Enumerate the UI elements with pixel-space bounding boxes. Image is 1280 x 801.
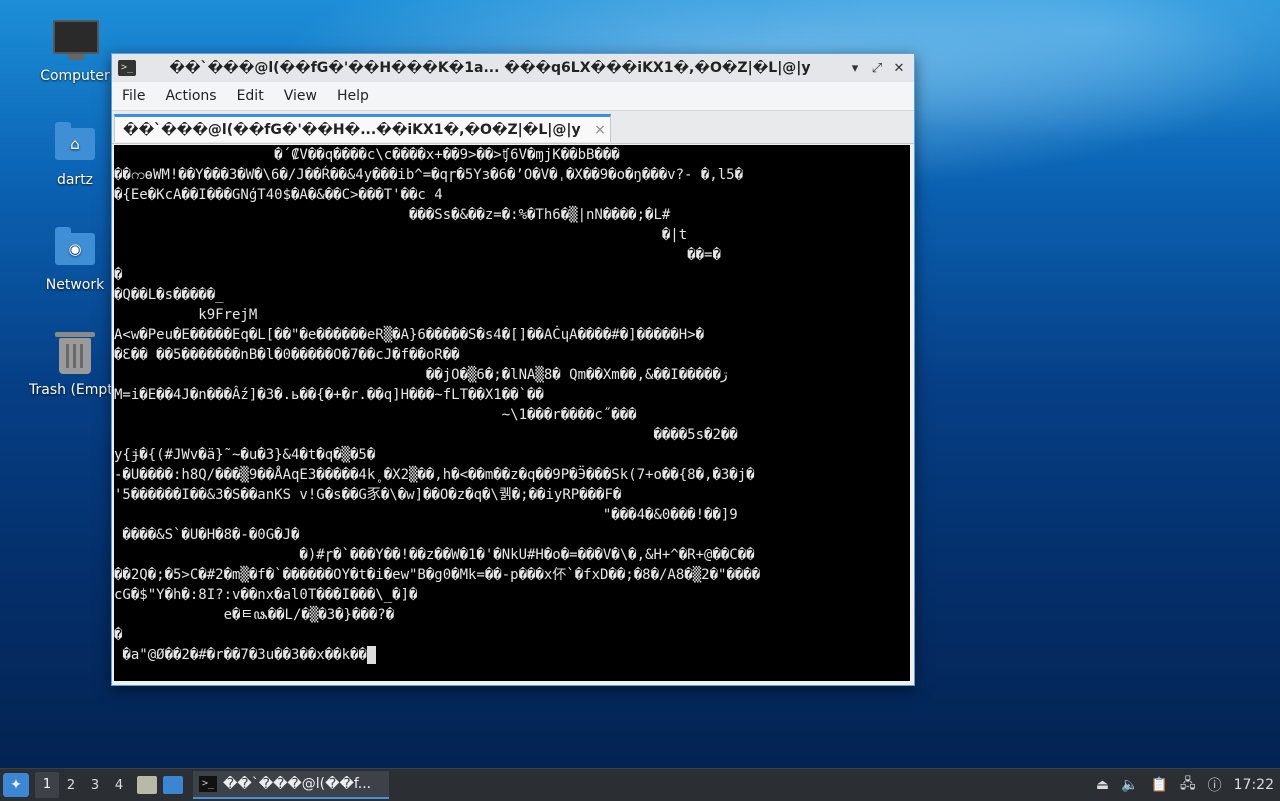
terminal-line: A<w�Peu�E�����Eq�L[��"�e������eR▒�A}6���… [114,327,705,343]
terminal-line: e�ㅌ꧘��L/�▒�3�}���?� [114,607,395,623]
terminal-icon[interactable]: >_ [118,60,136,76]
window-title: ��`���@l(��fG�'��H���K�1a... ���q6LX���i… [169,60,811,76]
terminal-line: ����5s�2�� [114,427,738,443]
terminal-line: �a"@Ø��2�#�r��7�3u��3��x��k�� [114,647,367,663]
workspace-2[interactable]: 2 [59,778,83,793]
taskbar-terminal-button[interactable]: >_ ��`���@l(��f... [193,771,389,799]
maximize-icon[interactable]: ⤢ [866,61,888,76]
desktop-icon-label: Computer [40,68,110,84]
menu-actions[interactable]: Actions [155,88,226,104]
terminal-output[interactable]: �´₡V��q����c\c����x+��9>��>ʧ6V�ɱjK��bB��… [114,145,910,681]
text-cursor [366,646,376,664]
tab-bar: ��`���@l(��fG�'��H�...��iKX1�,�O�Z|�L|@|… [112,111,914,144]
terminal-line: y{ɉ�{(#JWv�ä}˜~�u�3}&4�t�q�▒�5� [114,447,376,463]
terminal-line: �{Ee�KcA��I���GNģT40$�A�&��C>���T'��c 4 [114,187,443,203]
network-icon[interactable]: 🖧 [1180,773,1196,797]
task-label: ��`���@l(��f... [223,776,372,792]
volume-icon[interactable]: 🔈 [1121,777,1138,793]
minimize-icon[interactable]: ▾ [844,61,866,76]
trash-icon [53,332,97,376]
tab-close-icon[interactable]: × [590,122,610,138]
desktop-icon-trash[interactable]: Trash (Empty) [25,332,125,398]
terminal-line: '5������I��&3�S��anKS v!G�s��G豕�\�w]��O�… [114,487,622,503]
terminal-line: "���4�&0���!��]9 [114,507,738,523]
terminal-line: ��ကɵWM!��Y���3�W�\6�/J��Ŕ��&4y���ib^=�qɼ… [114,167,743,183]
terminal-line: ~\1���r����c˝��� [114,407,637,423]
terminal-line: ���Ss�&��z=�:%�Th6�▒|nN����;�L# [114,207,671,223]
terminal-line: ��2Q�;�5>C�#2�m▒�f�`������OY�t�i�ew"B�g0… [114,567,761,583]
menu-bar: File Actions Edit View Help [112,82,914,111]
terminal-line: cG�$"Y�h�:8I?:v��nx�al0T���I���\_�]� [114,587,418,603]
clock[interactable]: 17:22 [1234,777,1274,793]
terminal-tab[interactable]: ��`���@l(��fG�'��H�...��iKX1�,�O�Z|�L|@|… [114,114,611,142]
desktop-icon-home[interactable]: ⌂ dartz [25,122,125,188]
terminal-line: ��=� [114,247,721,263]
terminal-line: M=i�E��4J�n���Ấz]�3�.ь��{�+�r.��q]H���~f… [114,387,544,403]
update-notifier-icon[interactable]: ⓘ [1208,775,1222,795]
clipboard-icon[interactable]: 📋 [1151,777,1168,793]
terminal-line: �)#ɼ�`���Y��!��z��W�1�'�NkU#H�o�=���V�\�… [114,547,755,563]
workspace-3[interactable]: 3 [83,778,107,793]
network-folder-icon: ◉ [53,227,97,271]
show-desktop-icon[interactable] [163,776,183,794]
terminal-line: k9FrejM [114,307,258,323]
home-folder-icon: ⌂ [53,122,97,166]
terminal-window[interactable]: >_ ��`���@l(��fG�'��H���K�1a... ���q6LX�… [111,53,915,686]
desktop-icon-label: Network [45,277,105,293]
tab-label: ��`���@l(��fG�'��H�...��iKX1�,�O�Z|�L|@|… [123,121,581,138]
terminal-line: ��jO�▒6�;�lNA▒8� Qm��Xm��,&��I�����ڗ [114,367,728,383]
terminal-prompt-line: �a"@Ø��2�#�r��7�3u��3��x��k�� [114,645,376,665]
workspace-1[interactable]: 1 [35,772,59,798]
close-icon[interactable]: ✕ [888,61,910,76]
terminal-line: �Q��L�s�����_ [114,287,224,303]
terminal-line: �Ɛ�� ��5�������nB�l�0�����O�7��cJ�f��oR�… [114,347,460,363]
file-manager-icon[interactable] [137,776,157,794]
menu-file[interactable]: File [112,88,155,104]
menu-edit[interactable]: Edit [227,88,274,104]
desktop-icon-label: Trash (Empty) [29,382,125,398]
window-titlebar[interactable]: >_ ��`���@l(��fG�'��H���K�1a... ���q6LX�… [112,54,914,82]
menu-view[interactable]: View [274,88,327,104]
application-menu-icon[interactable]: ✦ [3,773,29,797]
eject-icon[interactable]: ⏏ [1096,777,1109,793]
desktop-icon-network[interactable]: ◉ Network [25,227,125,293]
terminal-line: -�U����:h8Q/���▒9��ÅAqE3�����4k˳�X2▒��,h… [114,467,755,483]
computer-icon [53,18,99,62]
terminal-icon: >_ [199,776,217,792]
workspace-4[interactable]: 4 [107,778,131,793]
desktop-icon-label: dartz [56,172,94,188]
terminal-line: � [114,267,123,283]
terminal-line: �|t [114,227,688,243]
menu-help[interactable]: Help [327,88,379,104]
desktop-icon-computer[interactable]: Computer [25,18,125,84]
taskbar: ✦ 1 2 3 4 >_ ��`���@l(��f... ⏏ 🔈 📋 🖧 ⓘ 1… [0,768,1280,801]
terminal-line: �´₡V��q����c\c����x+��9>��>ʧ6V�ɱjK��bB��… [114,147,620,163]
terminal-line: ����&S`�U�H�8�-�0G�J� [114,527,300,543]
system-tray: ⏏ 🔈 📋 🖧 ⓘ 17:22 [1090,769,1280,801]
terminal-line: � [114,627,123,643]
